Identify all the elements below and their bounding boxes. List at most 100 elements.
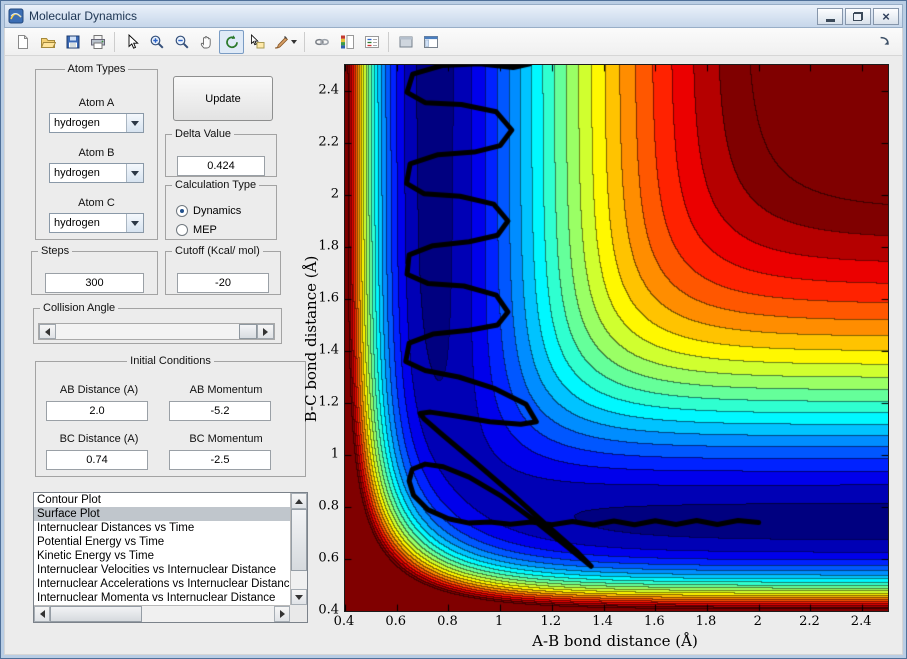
close-icon: × [882,10,890,23]
y-tick-label: 1.8 [303,239,339,254]
ab-momentum-field[interactable]: -5.2 [169,401,271,421]
radio-dynamics[interactable]: Dynamics [176,205,241,217]
restore-button[interactable] [845,8,871,25]
plot-type-listbox[interactable]: Contour PlotSurface PlotInternuclear Dis… [33,492,308,623]
new-figure-button[interactable] [10,30,35,54]
hide-plot-tools-button[interactable] [393,30,418,54]
ab-distance-field[interactable]: 2.0 [46,401,148,421]
list-item[interactable]: Surface Plot [34,507,290,521]
save-floppy-icon [65,34,81,50]
slider-right-arrow[interactable] [257,324,274,339]
listbox-horizontal-scrollbar[interactable] [34,605,290,622]
list-item[interactable]: Internuclear Accelerations vs Internucle… [34,577,290,591]
x-tick-label: 1.6 [644,614,665,629]
rotate-3d-button[interactable] [219,30,244,54]
dock-arrow-icon [878,35,892,49]
slider-left-arrow[interactable] [39,324,56,339]
horizontal-scroll-thumb[interactable] [50,606,142,622]
delta-value-panel: Delta Value 0.424 [165,128,277,177]
list-item[interactable]: Internuclear Distances vs Time [34,521,290,535]
update-button[interactable]: Update [173,76,273,121]
app-window: Molecular Dynamics × [0,0,907,659]
radio-icon[interactable] [176,205,188,217]
cutoff-title: Cutoff (Kcal/ mol) [172,245,263,257]
radio-icon[interactable] [176,224,188,236]
steps-field[interactable]: 300 [45,273,144,293]
show-plot-tools-icon [423,34,439,50]
atom-b-select[interactable]: hydrogen [49,163,144,183]
atom-a-select[interactable]: hydrogen [49,113,144,133]
list-item[interactable]: Internuclear Momenta vs Internuclear Dis… [34,591,290,605]
x-tick-label: 1.4 [592,614,613,629]
collision-angle-slider[interactable] [38,323,275,340]
radio-mep[interactable]: MEP [176,224,217,236]
show-plot-tools-button[interactable] [418,30,443,54]
zoom-out-button[interactable] [169,30,194,54]
scroll-right-arrow[interactable] [274,606,290,622]
y-tick-label: 1 [303,447,339,462]
chevron-down-icon[interactable] [126,114,143,132]
cutoff-field[interactable]: -20 [177,273,269,293]
y-tick-label: 2.4 [303,83,339,98]
list-item[interactable]: Kinetic Energy vs Time [34,549,290,563]
rotate-3d-icon [224,34,240,50]
calculation-type-panel: Calculation Type Dynamics MEP [165,179,277,240]
main-area: Atom Types Atom A hydrogen Atom B hydrog… [4,56,903,655]
list-item[interactable]: Contour Plot [34,493,290,507]
ab-momentum-label: AB Momentum [171,384,281,396]
cursor-arrow-icon [124,34,140,50]
minimize-icon [826,19,835,22]
save-figure-button[interactable] [60,30,85,54]
x-axis-label: A-B bond distance (Å) [532,632,698,650]
minimize-button[interactable] [817,8,843,25]
slider-thumb[interactable] [239,324,257,339]
brush-dropdown-caret-icon[interactable] [291,40,297,44]
insert-legend-button[interactable] [359,30,384,54]
x-tick-label: 1.2 [541,614,562,629]
print-figure-button[interactable] [85,30,110,54]
bc-momentum-field[interactable]: -2.5 [169,450,271,470]
list-item[interactable]: Potential Energy vs Time [34,535,290,549]
new-document-icon [15,34,31,50]
atom-c-label: Atom C [36,197,157,209]
toolbar-separator [304,32,305,52]
calculation-type-title: Calculation Type [172,179,259,191]
bc-momentum-label: BC Momentum [171,433,281,445]
dock-figure-button[interactable] [872,30,897,54]
radio-mep-label: MEP [193,224,217,236]
list-item[interactable]: Internuclear Velocities vs Internuclear … [34,563,290,577]
contour-plot-canvas[interactable] [344,64,889,612]
initial-conditions-panel: Initial Conditions AB Distance (A) 2.0 A… [35,355,306,477]
chevron-down-icon[interactable] [126,214,143,232]
toolbar [4,28,903,56]
initial-conditions-title: Initial Conditions [127,355,214,367]
restore-icon [853,12,863,21]
scroll-left-arrow[interactable] [34,606,50,622]
edit-plot-button[interactable] [119,30,144,54]
titlebar[interactable]: Molecular Dynamics × [4,4,903,28]
close-button[interactable]: × [873,8,899,25]
insert-colorbar-button[interactable] [334,30,359,54]
zoom-in-button[interactable] [144,30,169,54]
window-title: Molecular Dynamics [29,9,137,23]
open-folder-icon [40,34,56,50]
zoom-out-icon [174,34,190,50]
atom-c-select[interactable]: hydrogen [49,213,144,233]
y-tick-label: 0.6 [303,551,339,566]
cutoff-panel: Cutoff (Kcal/ mol) -20 [165,245,281,295]
bc-distance-field[interactable]: 0.74 [46,450,148,470]
atom-b-label: Atom B [36,147,157,159]
collision-angle-title: Collision Angle [40,302,118,314]
toolbar-separator [388,32,389,52]
y-tick-label: 0.4 [303,603,339,618]
data-cursor-button[interactable] [244,30,269,54]
open-file-button[interactable] [35,30,60,54]
zoom-in-icon [149,34,165,50]
delta-value-field[interactable]: 0.424 [177,156,265,176]
chevron-down-icon[interactable] [126,164,143,182]
pan-button[interactable] [194,30,219,54]
brush-data-button[interactable] [269,30,300,54]
x-tick-label: 2.2 [799,614,820,629]
app-icon [8,8,24,24]
link-plot-button[interactable] [309,30,334,54]
